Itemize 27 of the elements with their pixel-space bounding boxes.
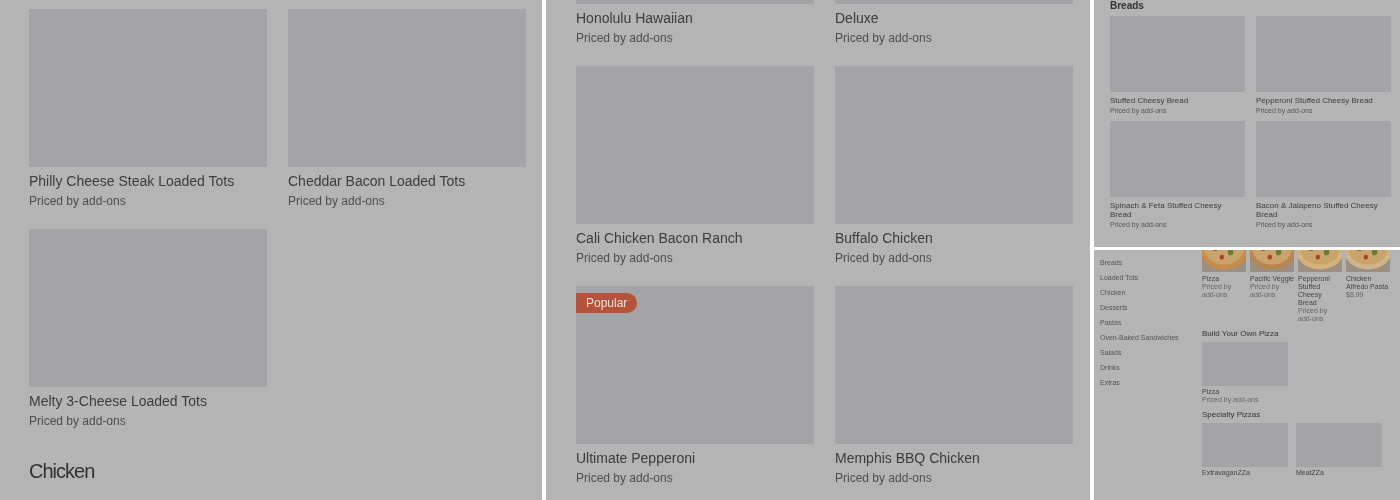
item-price: Priced by add-ons — [576, 30, 674, 46]
item-name: Melty 3-Cheese Loaded Tots — [29, 392, 208, 410]
item-price: Priced by add-ons — [576, 470, 674, 486]
item-name: Stuffed Cheesy Bread — [1110, 96, 1190, 105]
item-name: Honolulu Hawaiian — [576, 9, 694, 27]
item-price: Priced by add-ons — [29, 193, 127, 209]
section-heading: Breads — [1110, 0, 1144, 12]
item-name: Cheddar Bacon Loaded Tots — [288, 172, 467, 190]
section-heading: Chicken — [29, 459, 95, 483]
item-name: Buffalo Chicken — [835, 229, 934, 247]
item-name: Spinach & Feta Stuffed Cheesy Bread — [1110, 201, 1223, 219]
popular-badge: Popular — [576, 293, 638, 313]
section-heading: Build Your Own Pizza — [1202, 329, 1279, 339]
item-name: Deluxe — [835, 9, 880, 27]
item-price: Priced by add-ons — [288, 193, 386, 209]
item-name: Memphis BBQ Chicken — [835, 449, 981, 467]
item-price: Priced by add-ons — [835, 250, 933, 266]
item-name: Cali Chicken Bacon Ranch — [576, 229, 744, 247]
item-price: Priced by add-ons — [29, 413, 127, 429]
item-name: Bacon & Jalapeno Stuffed Cheesy Bread — [1256, 201, 1379, 219]
item-price: Priced by add-ons — [835, 470, 933, 486]
item-name: Pepperoni Stuffed Cheesy Bread — [1256, 96, 1374, 105]
section-heading: Specialty Pizzas — [1202, 410, 1261, 420]
item-name: Philly Cheese Steak Loaded Tots — [29, 172, 236, 190]
item-price: Priced by add-ons — [576, 250, 674, 266]
item-name: Ultimate Pepperoni — [576, 449, 697, 467]
item-price: Priced by add-ons — [835, 30, 933, 46]
